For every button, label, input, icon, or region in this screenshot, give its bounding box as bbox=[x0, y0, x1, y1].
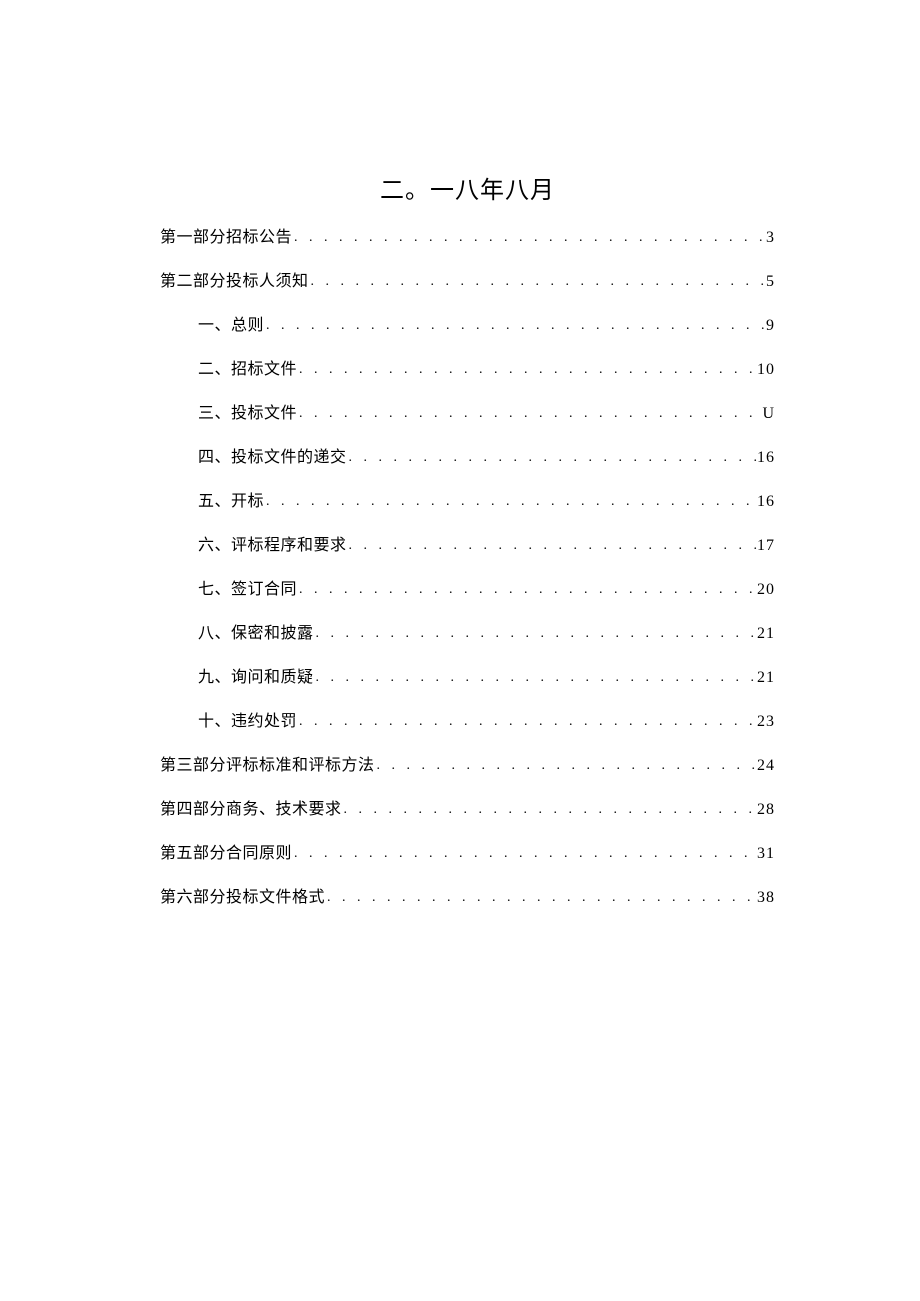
toc-entry: 四、投标文件的递交 16 bbox=[160, 443, 775, 467]
toc-label: 二、招标文件 bbox=[198, 355, 297, 379]
toc-page-number: 3 bbox=[766, 229, 775, 247]
toc-page-number: 16 bbox=[757, 493, 775, 511]
toc-leader-dots bbox=[297, 362, 757, 378]
toc-leader-dots bbox=[325, 890, 757, 906]
toc-leader-dots bbox=[297, 406, 762, 422]
toc-entry: 九、询问和质疑 21 bbox=[160, 663, 775, 687]
toc-entry: 第五部分合同原则 31 bbox=[160, 839, 775, 863]
toc-label: 九、询问和质疑 bbox=[198, 663, 314, 687]
table-of-contents: 第一部分招标公告 3 第二部分投标人须知 5 一、总则 9 二、招标文件 10 … bbox=[160, 223, 775, 907]
page-title: 二。一八年八月 bbox=[160, 170, 775, 205]
toc-label: 第四部分商务、技术要求 bbox=[160, 795, 342, 819]
toc-leader-dots bbox=[314, 626, 757, 642]
toc-entry: 三、投标文件 U bbox=[160, 399, 775, 423]
document-page: 二。一八年八月 第一部分招标公告 3 第二部分投标人须知 5 一、总则 9 二、… bbox=[0, 0, 920, 907]
toc-label: 十、违约处罚 bbox=[198, 707, 297, 731]
toc-entry: 第一部分招标公告 3 bbox=[160, 223, 775, 247]
toc-entry: 第四部分商务、技术要求 28 bbox=[160, 795, 775, 819]
toc-label: 八、保密和披露 bbox=[198, 619, 314, 643]
toc-label: 第三部分评标标准和评标方法 bbox=[160, 751, 375, 775]
toc-entry: 一、总则 9 bbox=[160, 311, 775, 335]
toc-entry: 第六部分投标文件格式 38 bbox=[160, 883, 775, 907]
toc-entry: 五、开标 16 bbox=[160, 487, 775, 511]
toc-page-number: 21 bbox=[757, 625, 775, 643]
toc-page-number: 10 bbox=[757, 361, 775, 379]
toc-label: 第六部分投标文件格式 bbox=[160, 883, 325, 907]
toc-leader-dots bbox=[297, 582, 757, 598]
toc-leader-dots bbox=[375, 758, 757, 774]
toc-page-number: 5 bbox=[766, 273, 775, 291]
toc-label: 一、总则 bbox=[198, 311, 264, 335]
toc-label: 五、开标 bbox=[198, 487, 264, 511]
toc-label: 第一部分招标公告 bbox=[160, 223, 292, 247]
toc-leader-dots bbox=[297, 714, 757, 730]
toc-page-number: 38 bbox=[757, 889, 775, 907]
toc-label: 七、签订合同 bbox=[198, 575, 297, 599]
toc-page-number: 28 bbox=[757, 801, 775, 819]
toc-leader-dots bbox=[342, 802, 757, 818]
toc-leader-dots bbox=[264, 494, 757, 510]
toc-page-number: 31 bbox=[757, 845, 775, 863]
toc-entry: 第二部分投标人须知 5 bbox=[160, 267, 775, 291]
toc-entry: 第三部分评标标准和评标方法 24 bbox=[160, 751, 775, 775]
toc-leader-dots bbox=[347, 538, 757, 554]
toc-label: 三、投标文件 bbox=[198, 399, 297, 423]
toc-label: 六、评标程序和要求 bbox=[198, 531, 347, 555]
toc-leader-dots bbox=[347, 450, 757, 466]
toc-page-number: 23 bbox=[757, 713, 775, 731]
toc-page-number: 9 bbox=[766, 317, 775, 335]
toc-leader-dots bbox=[292, 846, 757, 862]
toc-label: 第五部分合同原则 bbox=[160, 839, 292, 863]
toc-label: 四、投标文件的递交 bbox=[198, 443, 347, 467]
toc-page-number: 17 bbox=[757, 537, 775, 555]
toc-page-number: 16 bbox=[757, 449, 775, 467]
toc-entry: 六、评标程序和要求 17 bbox=[160, 531, 775, 555]
toc-entry: 十、违约处罚 23 bbox=[160, 707, 775, 731]
toc-entry: 二、招标文件 10 bbox=[160, 355, 775, 379]
toc-page-number: U bbox=[762, 405, 775, 423]
toc-page-number: 24 bbox=[757, 757, 775, 775]
toc-label: 第二部分投标人须知 bbox=[160, 267, 309, 291]
toc-leader-dots bbox=[292, 230, 766, 246]
toc-page-number: 20 bbox=[757, 581, 775, 599]
toc-leader-dots bbox=[314, 670, 757, 686]
toc-entry: 八、保密和披露 21 bbox=[160, 619, 775, 643]
toc-entry: 七、签订合同 20 bbox=[160, 575, 775, 599]
toc-leader-dots bbox=[264, 318, 766, 334]
toc-page-number: 21 bbox=[757, 669, 775, 687]
toc-leader-dots bbox=[309, 274, 766, 290]
